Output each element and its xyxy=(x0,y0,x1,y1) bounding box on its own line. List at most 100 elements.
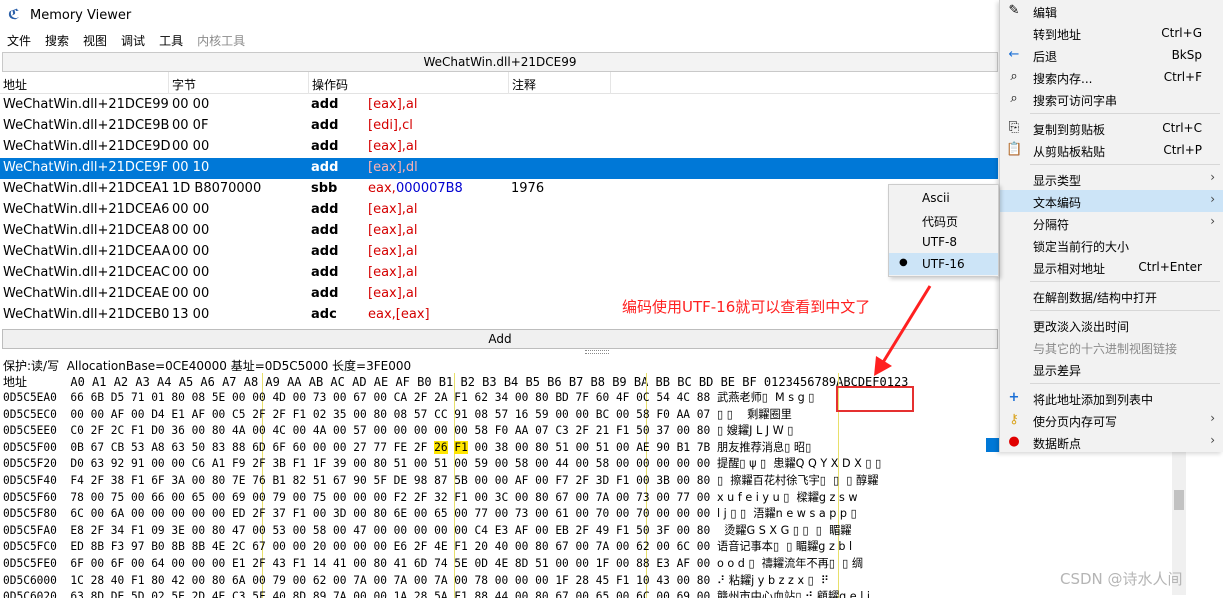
hex-row-text: 提醒▯ ψ ▯ 患糶Q Q Y X D X ▯ ▯ xyxy=(717,457,882,471)
disasm-row-selected[interactable]: WeChatWin.dll+21DCE9F 00 10 add [eax],dl xyxy=(0,158,998,179)
disassembler-address-header[interactable]: WeChatWin.dll+21DCE99 xyxy=(2,52,998,72)
context-menu-item[interactable]: + 将此地址添加到列表中 xyxy=(1000,387,1223,409)
hex-row[interactable]: 0D5C5F00 0B 67 CB 53 A8 63 50 83 88 6D 6… xyxy=(3,439,811,455)
disasm-row[interactable]: WeChatWin.dll+21DCEA8 00 00 add [eax],al xyxy=(0,221,998,242)
context-menu-item[interactable]: ← 后退 BkSp xyxy=(1000,44,1223,66)
context-menu-item-shortcut: Ctrl+P xyxy=(1163,143,1202,157)
hex-row-address: 0D5C6000 xyxy=(3,573,57,587)
context-menu-separator xyxy=(1030,281,1220,282)
hex-row-text: l j ▯ ▯ 浯糶n e w s a p p ▯ xyxy=(717,507,857,521)
encoding-utf16[interactable]: ● UTF-16 xyxy=(889,253,998,275)
hex-row[interactable]: 0D5C5F80 6C 00 6A 00 00 00 00 00 ED 2F 3… xyxy=(3,505,857,521)
column-comment[interactable]: 注释 xyxy=(512,76,536,93)
encoding-ascii[interactable]: Ascii xyxy=(889,187,998,209)
hex-row[interactable]: 0D5C6020 63 8D DE 5D 02 5E 2D 4E C3 5F 4… xyxy=(3,588,870,598)
hex-row-address: 0D5C5FC0 xyxy=(3,540,57,554)
context-menu-item[interactable]: 📋 从剪贴板粘贴 Ctrl+P xyxy=(1000,139,1223,161)
hex-row[interactable]: 0D5C5FE0 6F 00 6F 00 64 00 00 00 E1 2F 4… xyxy=(3,555,863,571)
context-menu-item[interactable]: 显示相对地址 Ctrl+Enter xyxy=(1000,256,1223,278)
row-opcode: add xyxy=(311,286,339,301)
context-menu-item[interactable]: ⚷ 使分页内存可写 › xyxy=(1000,409,1223,431)
hex-row-text: ▯ 擦糶百花村徐飞宇▯ ▯ ▯ 醇糶 xyxy=(717,474,879,487)
hex-row[interactable]: 0D5C5EA0 66 6B D5 71 01 80 08 5E 00 00 4… xyxy=(3,389,814,405)
menu-view[interactable]: 视图 xyxy=(76,32,114,49)
disasm-row[interactable]: WeChatWin.dll+21DCE99 00 00 add [eax],al xyxy=(0,95,998,116)
encoding-codepage[interactable]: 代码页 xyxy=(889,209,998,231)
context-menu-item[interactable]: 锁定当前行的大小 xyxy=(1000,234,1223,256)
hex-row-text: x u f e i y u ▯ 樑糶g z s w xyxy=(717,490,858,504)
hex-row-address: 0D5C5F00 xyxy=(3,440,57,454)
disasm-row[interactable]: WeChatWin.dll+21DCEAA 00 00 add [eax],al xyxy=(0,242,998,263)
hex-row[interactable]: 0D5C5EC0 00 00 AF 00 D4 E1 AF 00 C5 2F 2… xyxy=(3,406,792,422)
context-menu-item[interactable]: ⌕ 搜索内存... Ctrl+F xyxy=(1000,66,1223,88)
context-menu-item-shortcut: Ctrl+G xyxy=(1161,26,1202,40)
context-menu-item[interactable]: 转到地址 Ctrl+G xyxy=(1000,22,1223,44)
context-menu-item[interactable]: ● 数据断点 › xyxy=(1000,431,1223,453)
menu-search[interactable]: 搜索 xyxy=(38,32,76,49)
column-address[interactable]: 地址 xyxy=(3,76,27,93)
context-menu-item[interactable]: 在解剖数据/结构中打开 xyxy=(1000,285,1223,307)
hex-scrollbar-thumb[interactable] xyxy=(1174,490,1184,510)
disasm-row[interactable]: WeChatWin.dll+21DCEAC 00 00 add [eax],al xyxy=(0,263,998,284)
encoding-utf8[interactable]: UTF-8 xyxy=(889,231,998,253)
hex-row[interactable]: 0D5C5FA0 E8 2F 34 F1 09 3E 00 80 47 00 5… xyxy=(3,522,851,538)
row-operands: [eax],al xyxy=(368,244,418,259)
menu-file[interactable]: 文件 xyxy=(0,32,38,49)
context-menu-item-label: 使分页内存可写 xyxy=(1033,415,1118,429)
context-menu-item-label: 数据断点 xyxy=(1033,437,1082,451)
row-opcode: add xyxy=(311,244,339,259)
context-menu-item[interactable]: ⎘ 复制到剪贴板 Ctrl+C xyxy=(1000,117,1223,139)
row-bytes: 00 0F xyxy=(172,118,209,133)
hex-row[interactable]: 0D5C5F20 D0 63 92 91 00 00 C6 A1 F9 2F 3… xyxy=(3,455,881,471)
hex-row[interactable]: 0D5C5FC0 ED 8B F3 97 B0 8B 8B 4E 2C 67 0… xyxy=(3,538,852,554)
disasm-row[interactable]: WeChatWin.dll+21DCEA1 1D B8070000 sbb ea… xyxy=(0,179,998,200)
column-bytes[interactable]: 字节 xyxy=(172,76,196,93)
hex-row-text: 烫糶G S X G ▯ ▯ ▯ 睸糶 xyxy=(717,523,852,537)
row-bytes: 00 00 xyxy=(172,202,210,217)
menu-bar: 文件 搜索 视图 调试 工具 内核工具 xyxy=(0,30,1000,50)
context-menu-item[interactable]: 分隔符 › xyxy=(1000,212,1223,234)
row-bytes: 00 00 xyxy=(172,97,210,112)
highlighted-byte: 26 xyxy=(434,440,448,454)
hex-row-bytes: 00 00 AF 00 D4 E1 AF 00 C5 2F 2F F1 02 3… xyxy=(70,407,711,421)
row-bytes: 00 00 xyxy=(172,265,210,280)
disasm-row[interactable]: WeChatWin.dll+21DCE9B 00 0F add [edi],cl xyxy=(0,116,998,137)
row-opcode: add xyxy=(311,202,339,217)
key-icon: ⚷ xyxy=(1009,412,1019,427)
context-menu-item[interactable]: 更改淡入淡出时间 xyxy=(1000,314,1223,336)
menu-debug[interactable]: 调试 xyxy=(114,32,152,49)
hex-row[interactable]: 0D5C6000 1C 28 40 F1 80 42 00 80 6A 00 7… xyxy=(3,572,836,588)
column-opcode[interactable]: 操作码 xyxy=(312,76,348,93)
row-address: WeChatWin.dll+21DCEA8 xyxy=(3,223,170,238)
hex-row[interactable]: 0D5C5F60 78 00 75 00 66 00 65 00 69 00 7… xyxy=(3,489,858,505)
pane-splitter-handle[interactable] xyxy=(585,350,609,354)
row-opcode: add xyxy=(311,118,339,133)
context-menu-item[interactable]: ✎ 编辑 xyxy=(1000,0,1223,22)
menu-tools[interactable]: 工具 xyxy=(152,32,190,49)
hex-row-text: ▯ 嫂糶J L J W ▯ xyxy=(717,424,794,438)
row-opcode: add xyxy=(311,160,339,175)
context-menu-item-label: 搜索内存... xyxy=(1033,72,1093,86)
disassembler-column-header: 地址 字节 操作码 注释 xyxy=(0,72,998,94)
menu-kernel-tools[interactable]: 内核工具 xyxy=(190,32,252,49)
context-menu-item[interactable]: 显示类型 › xyxy=(1000,168,1223,190)
hex-row[interactable]: 0D5C5EE0 C0 2F 2C F1 D0 36 00 80 4A 00 4… xyxy=(3,422,793,438)
context-menu-item-label: 搜索可访问字串 xyxy=(1033,94,1118,108)
disasm-row[interactable]: WeChatWin.dll+21DCE9D 00 00 add [eax],al xyxy=(0,137,998,158)
hex-row-text: 语音记事本▯ ▯ 睸糶g z b l xyxy=(717,540,853,554)
hex-row[interactable]: 0D5C5F40 F4 2F 38 F1 6F 3A 00 80 7E 76 B… xyxy=(3,472,878,488)
add-button[interactable]: Add xyxy=(2,329,998,349)
context-menu-item[interactable]: ⌕ 搜索可访问字串 xyxy=(1000,88,1223,110)
context-menu-item-label: 复制到剪贴板 xyxy=(1033,123,1106,137)
disasm-row[interactable]: WeChatWin.dll+21DCEA6 00 00 add [eax],al xyxy=(0,200,998,221)
row-operands: [eax],al xyxy=(368,97,418,112)
context-menu-item[interactable]: 与其它的十六进制视图链接 xyxy=(1000,336,1223,358)
hex-row-address: 0D5C5F40 xyxy=(3,474,57,487)
hex-row-bytes: E8 2F 34 F1 09 3E 00 80 47 00 53 00 58 0… xyxy=(70,523,711,537)
hex-row-address: 0D5C5EA0 xyxy=(3,391,57,404)
chevron-right-icon: › xyxy=(1210,433,1215,447)
context-menu-item[interactable]: 文本编码 › xyxy=(1000,190,1223,212)
search-icon: ⌕ xyxy=(1010,91,1018,106)
context-menu-item[interactable]: 显示差异 xyxy=(1000,358,1223,380)
context-menu-item-label: 显示差异 xyxy=(1033,364,1082,378)
